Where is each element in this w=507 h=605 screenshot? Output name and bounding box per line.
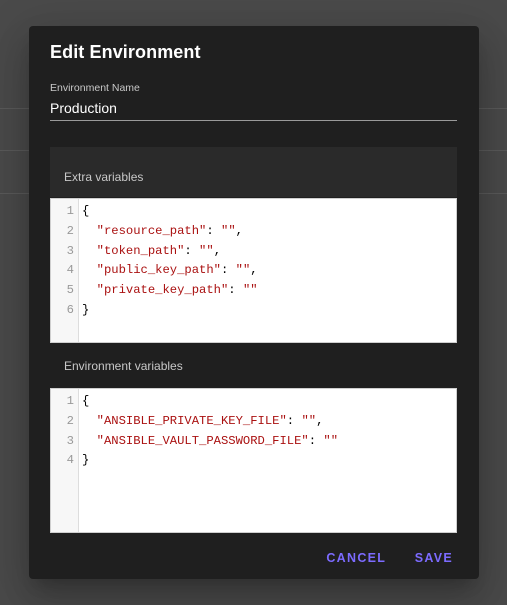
line-number: 5	[66, 283, 74, 298]
background-divider	[0, 150, 29, 151]
json-punctuation: {	[82, 394, 90, 408]
dialog-actions: CANCEL SAVE	[302, 549, 453, 567]
json-value: ""	[323, 433, 339, 448]
background-divider	[479, 150, 507, 151]
code-line: "token_path": "",	[82, 242, 221, 262]
json-key: "public_key_path"	[96, 263, 221, 278]
extra-variables-label: Extra variables	[64, 170, 144, 184]
line-number: 4	[66, 263, 74, 278]
json-key: "ANSIBLE_PRIVATE_KEY_FILE"	[96, 413, 287, 428]
json-punctuation: ,	[316, 413, 324, 428]
code-line: "ANSIBLE_VAULT_PASSWORD_FILE": ""	[82, 432, 338, 452]
json-punctuation	[82, 283, 97, 297]
code-line: }	[82, 451, 89, 471]
json-value: ""	[199, 243, 214, 258]
json-key: "private_key_path"	[96, 283, 229, 298]
environment-variables-label: Environment variables	[64, 359, 183, 373]
json-punctuation: }	[82, 303, 90, 317]
json-punctuation	[82, 263, 97, 277]
json-punctuation: :	[206, 223, 221, 238]
background-divider	[479, 108, 507, 109]
line-number: 2	[66, 413, 74, 428]
code-line: "public_key_path": "",	[82, 261, 258, 281]
background-divider	[0, 193, 29, 194]
environment-name-input[interactable]	[50, 96, 457, 121]
edit-environment-dialog: Edit Environment Environment Name Extra …	[29, 26, 479, 579]
code-line: "ANSIBLE_PRIVATE_KEY_FILE": "",	[82, 412, 324, 432]
json-value: ""	[221, 223, 236, 238]
line-number: 1	[66, 394, 74, 408]
code-line: {	[82, 202, 89, 222]
line-number: 6	[66, 303, 74, 317]
json-punctuation: ,	[250, 263, 258, 278]
code-line: {	[82, 392, 89, 412]
code-line: "private_key_path": ""	[82, 281, 258, 301]
json-punctuation: {	[82, 204, 90, 218]
json-key: "token_path"	[96, 243, 185, 258]
json-punctuation: }	[82, 453, 90, 468]
line-number: 3	[66, 243, 74, 258]
background-divider	[0, 108, 29, 109]
line-number: 1	[66, 204, 74, 218]
json-value: ""	[235, 263, 251, 278]
json-punctuation: ,	[213, 243, 222, 258]
dialog-title: Edit Environment	[50, 42, 201, 62]
json-punctuation: :	[308, 433, 324, 448]
line-number: 3	[66, 433, 74, 448]
json-key: "ANSIBLE_VAULT_PASSWORD_FILE"	[96, 433, 309, 448]
save-button[interactable]: SAVE	[415, 551, 453, 565]
code-line: }	[82, 301, 89, 321]
line-number: 2	[66, 223, 74, 238]
environment-variables-editor[interactable]: 1 2 3 4 { "ANSIBLE_PRIVATE_KEY_FILE": "", "A…	[50, 388, 457, 533]
json-value: ""	[242, 283, 258, 298]
json-punctuation: :	[184, 243, 200, 258]
json-punctuation	[82, 224, 97, 238]
json-punctuation	[82, 244, 97, 258]
json-punctuation: :	[228, 283, 243, 298]
extra-variables-editor[interactable]: 1 2 3 4 5 6 { "resource_path": "", "token_path…	[50, 198, 457, 343]
code-line: "resource_path": "",	[82, 222, 243, 242]
json-punctuation: :	[286, 413, 302, 428]
environment-name-label: Environment Name	[50, 82, 140, 94]
json-punctuation	[82, 414, 97, 428]
line-number: 4	[66, 453, 74, 468]
json-punctuation: ,	[235, 223, 243, 238]
background-divider	[479, 193, 507, 194]
json-punctuation	[82, 434, 97, 448]
json-punctuation: :	[220, 263, 236, 278]
json-key: "resource_path"	[96, 223, 207, 238]
json-value: ""	[301, 413, 317, 428]
cancel-button[interactable]: CANCEL	[326, 551, 386, 565]
